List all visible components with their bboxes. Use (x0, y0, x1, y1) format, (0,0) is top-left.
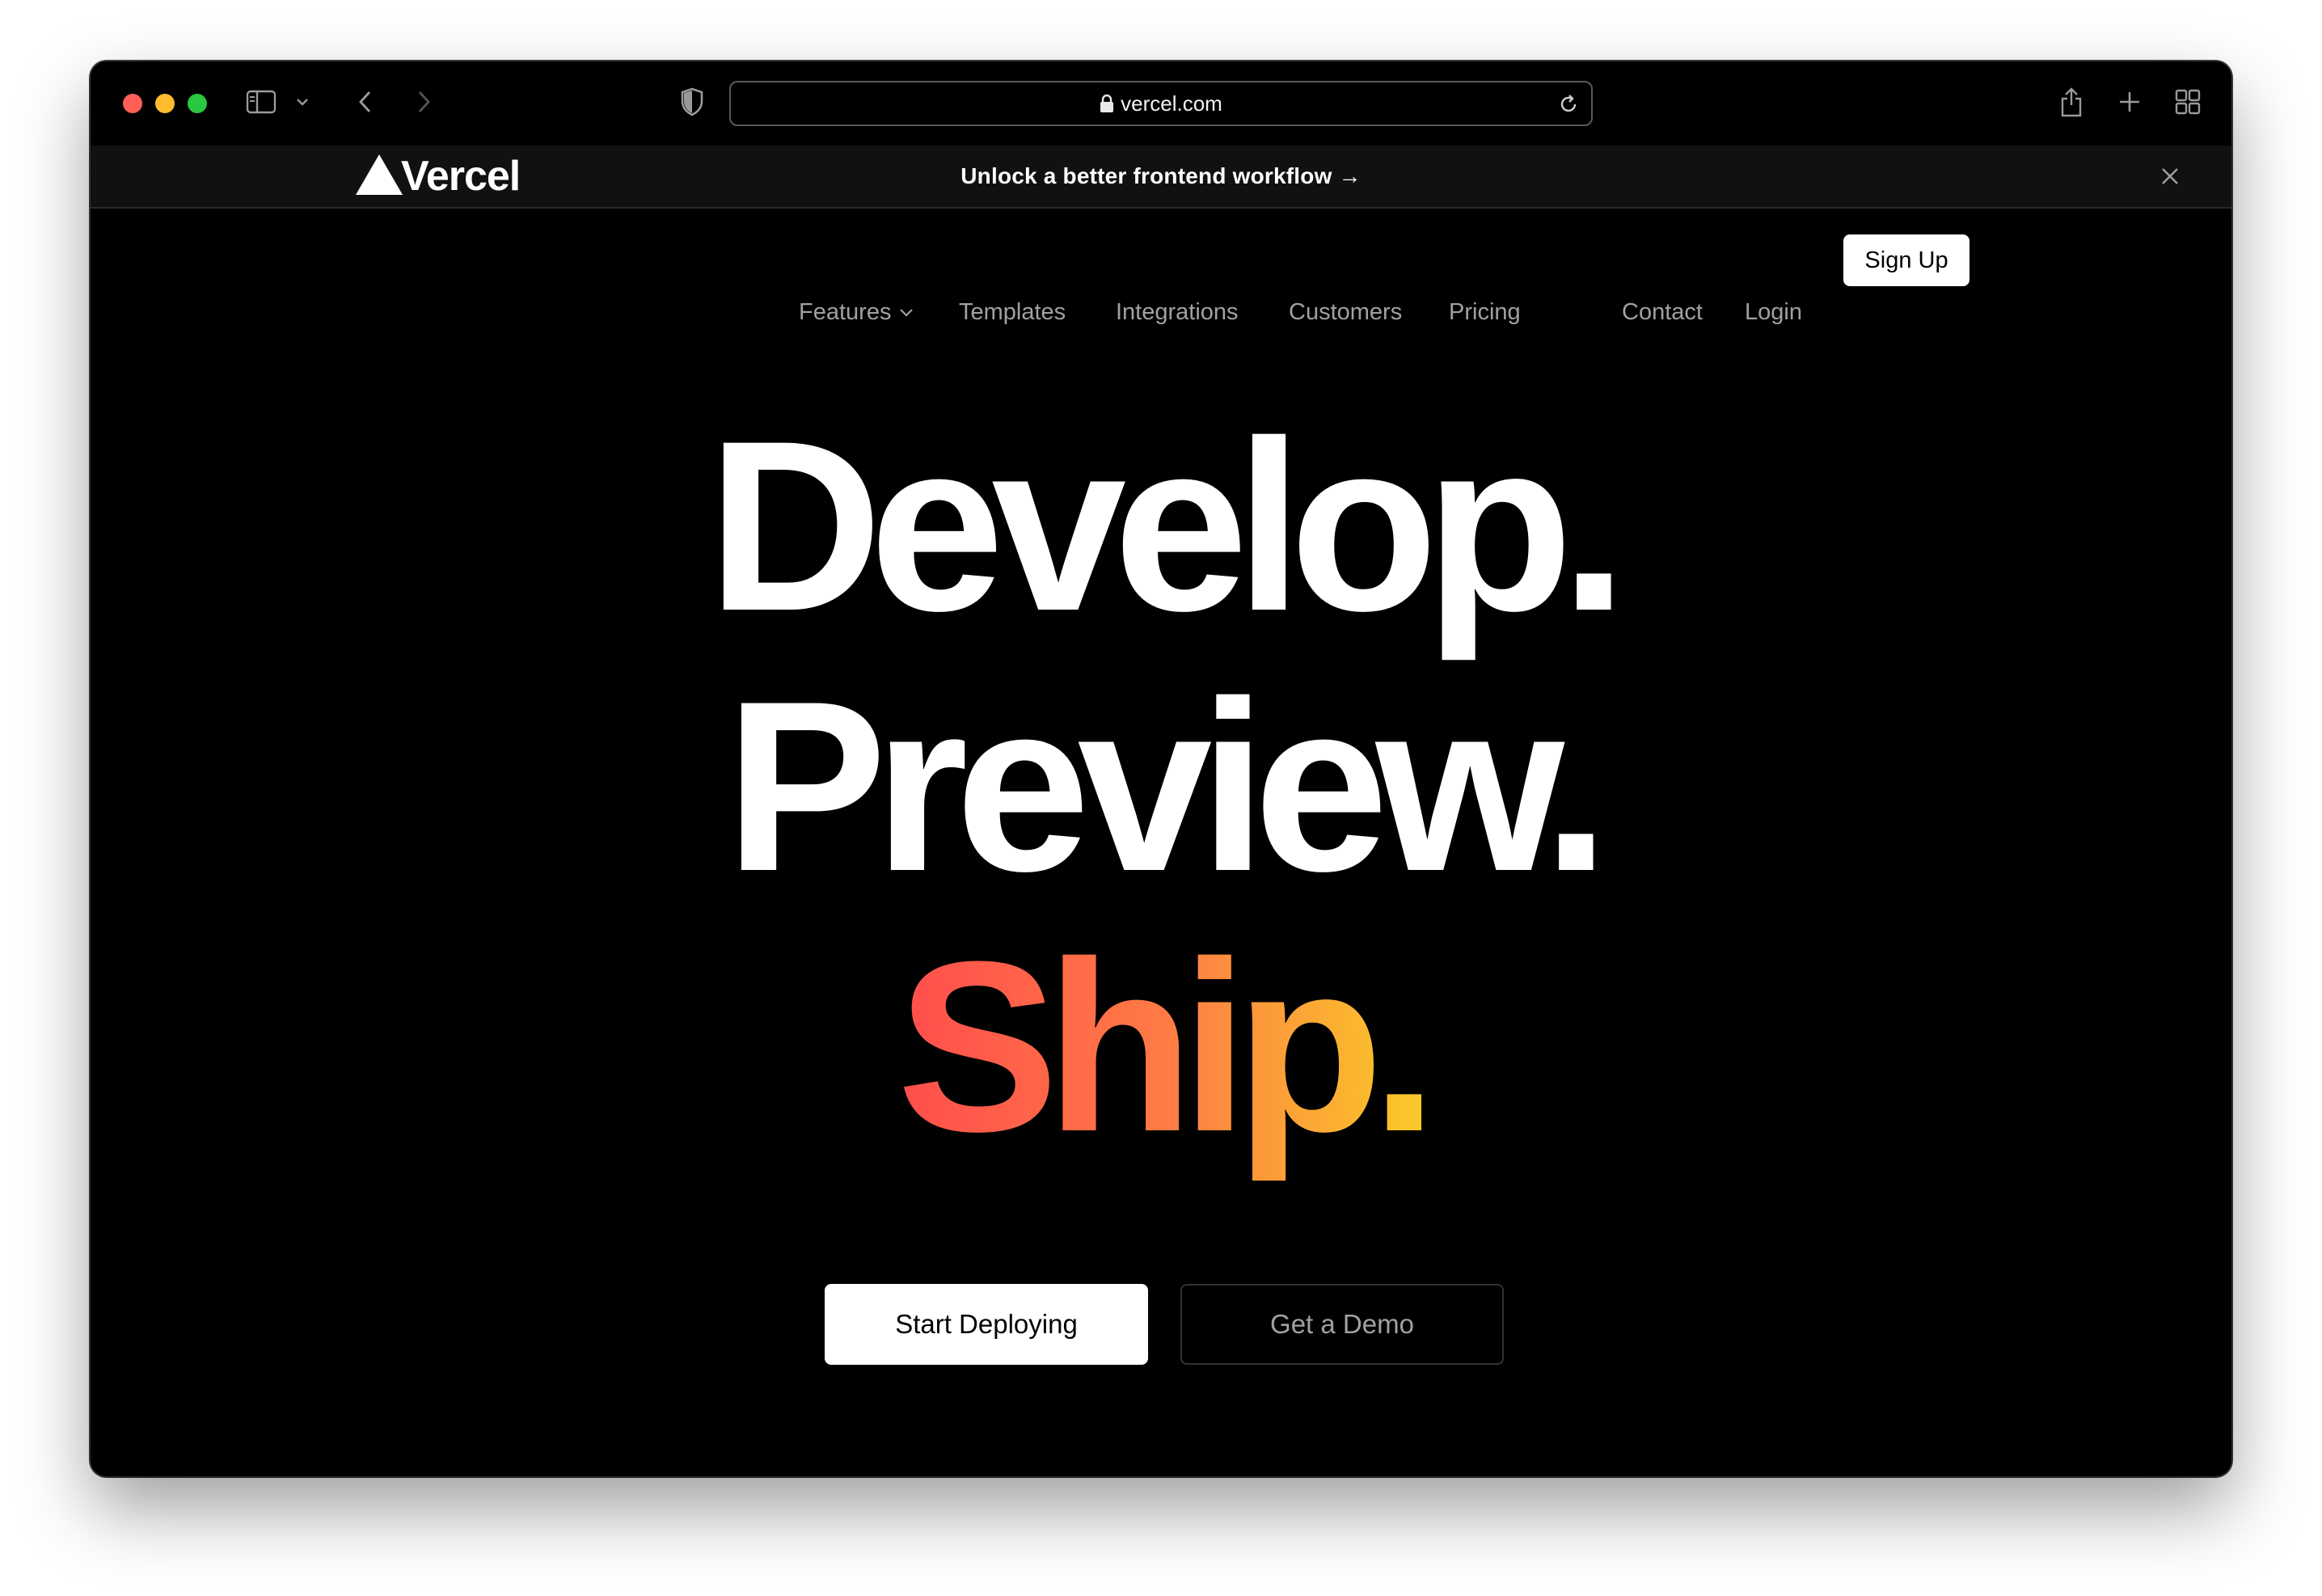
triangle-logo-icon (354, 153, 404, 201)
reload-icon[interactable] (1557, 93, 1580, 116)
hero-headline-preview: Preview. (724, 650, 1610, 922)
vercel-logo[interactable]: Vercel (354, 152, 521, 201)
close-icon[interactable] (2157, 163, 2183, 189)
chevron-down-icon[interactable] (294, 92, 310, 112)
close-window-button[interactable] (123, 94, 142, 113)
minimize-window-button[interactable] (155, 94, 175, 113)
sidebar-icon[interactable] (246, 89, 277, 115)
zoom-window-button[interactable] (188, 94, 207, 113)
browser-toolbar: vercel.com (91, 61, 2231, 146)
brand-name: Vercel (401, 153, 521, 200)
nav-contact[interactable]: Contact (1622, 296, 1703, 328)
chevron-left-icon[interactable] (349, 86, 382, 118)
nav-login[interactable]: Login (1745, 296, 1802, 328)
nav-integrations[interactable]: Integrations (1116, 296, 1239, 328)
url-text: vercel.com (1121, 91, 1222, 116)
chevron-right-icon[interactable] (407, 86, 440, 118)
browser-window: vercel.com Unlock a better frontend work… (91, 61, 2231, 1476)
nav-customers[interactable]: Customers (1289, 296, 1402, 328)
get-a-demo-button[interactable]: Get a Demo (1180, 1284, 1504, 1365)
hero-headline-ship: Ship. (897, 910, 1438, 1182)
nav-pricing[interactable]: Pricing (1449, 296, 1521, 328)
nav-templates[interactable]: Templates (959, 296, 1066, 328)
grid-icon[interactable] (2172, 86, 2204, 118)
start-deploying-button[interactable]: Start Deploying (825, 1284, 1148, 1365)
banner-link[interactable]: Unlock a better frontend workflow → (960, 163, 1361, 189)
address-bar[interactable]: vercel.com (729, 81, 1593, 126)
chevron-down-icon (899, 307, 914, 317)
lock-icon (1100, 94, 1114, 113)
sign-up-button[interactable]: Sign Up (1843, 234, 1969, 286)
nav-features-label: Features (799, 298, 892, 325)
shield-icon[interactable] (676, 84, 708, 120)
share-icon[interactable] (2055, 82, 2088, 121)
nav-features[interactable]: Features (799, 296, 914, 328)
plus-icon[interactable] (2113, 86, 2146, 118)
hero-headline-develop: Develop. (707, 390, 1628, 661)
hero-headline-ship-wrapper: Ship. (91, 925, 2231, 1167)
